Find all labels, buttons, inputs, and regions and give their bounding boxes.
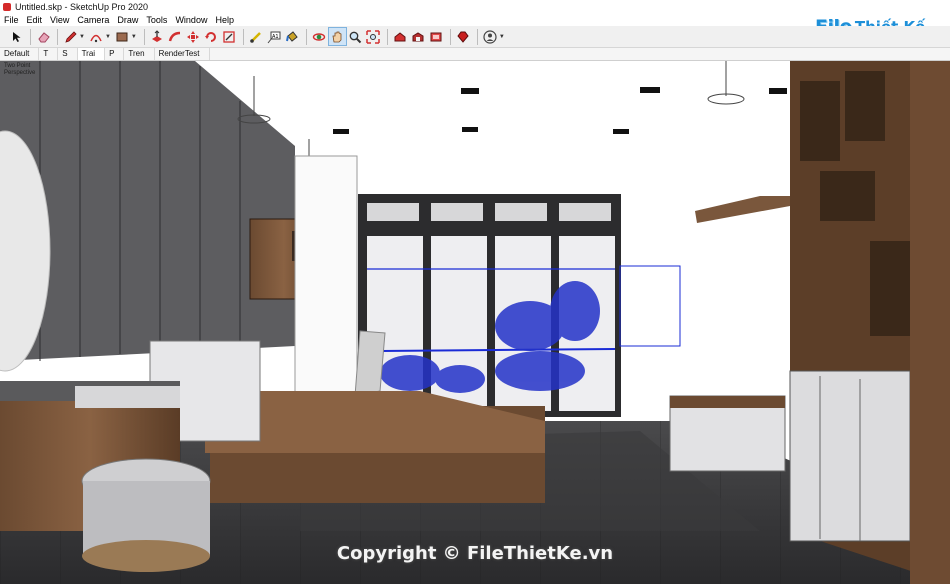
menu-bar: File Edit View Camera Draw Tools Window …: [0, 13, 950, 26]
menu-edit[interactable]: Edit: [23, 15, 47, 25]
tab-default[interactable]: Default: [0, 48, 40, 60]
toolbar-separator: [242, 28, 244, 45]
chevron-down-icon[interactable]: ▼: [131, 34, 137, 40]
tab-p[interactable]: P: [105, 48, 125, 60]
menu-help[interactable]: Help: [211, 15, 238, 25]
eraser-icon[interactable]: [35, 28, 52, 45]
tab-trai[interactable]: Trai: [77, 48, 106, 60]
select-icon[interactable]: [8, 28, 25, 45]
followme-icon[interactable]: [167, 28, 184, 45]
window-title: Untitled.skp - SketchUp Pro 2020: [15, 1, 149, 12]
zoom-extents-icon[interactable]: [365, 28, 382, 45]
sketchup-app-icon: [3, 2, 11, 11]
tape-measure-icon[interactable]: [248, 28, 265, 45]
zoom-icon[interactable]: [347, 28, 364, 45]
tab-t[interactable]: T: [39, 48, 59, 60]
camera-label-line-1: Two Point: [4, 63, 31, 69]
chevron-down-icon[interactable]: ▼: [499, 34, 505, 40]
ruby-icon[interactable]: [455, 28, 472, 45]
wardrobe-lower-doors: [789, 370, 911, 542]
menu-tools[interactable]: Tools: [142, 15, 171, 25]
account-icon[interactable]: [482, 28, 499, 45]
model-viewport[interactable]: Two Point Perspective Copyright © FileTh…: [0, 61, 950, 584]
scene-tabs: Default T S Trai P Tren RenderTest: [0, 48, 950, 61]
orbit-icon[interactable]: [311, 28, 328, 45]
main-toolbar: ▼ ▼ ▼ A1 ▼: [0, 26, 950, 48]
svg-text:A1: A1: [272, 34, 279, 40]
toolbar-separator: [143, 28, 145, 45]
chevron-down-icon[interactable]: ▼: [105, 34, 111, 40]
toolbar-separator: [476, 28, 478, 45]
camera-label: Two Point Perspective: [4, 63, 35, 77]
menu-file[interactable]: File: [0, 15, 23, 25]
move-icon[interactable]: [185, 28, 202, 45]
shape-icon[interactable]: [114, 28, 131, 45]
title-bar: Untitled.skp - SketchUp Pro 2020: [0, 0, 950, 13]
extension-warehouse-icon[interactable]: [410, 28, 427, 45]
scale-icon[interactable]: [221, 28, 238, 45]
paint-bucket-icon[interactable]: [284, 28, 301, 45]
menu-camera[interactable]: Camera: [73, 15, 113, 25]
copyright-watermark: Copyright © FileThietKe.vn: [336, 543, 614, 564]
camera-label-line-2: Perspective: [4, 70, 36, 76]
back-wall-left: [294, 155, 358, 422]
chevron-down-icon[interactable]: ▼: [79, 34, 85, 40]
toolbar-separator: [449, 28, 451, 45]
tab-tren[interactable]: Tren: [124, 48, 155, 60]
toolbar-separator: [57, 28, 58, 45]
wardrobe-side-panel: [910, 61, 950, 584]
warehouse-icon[interactable]: [392, 28, 409, 45]
text-icon[interactable]: A1: [266, 28, 283, 45]
menu-view[interactable]: View: [46, 15, 73, 25]
interior-scene: [0, 61, 950, 584]
tab-rendertest[interactable]: RenderTest: [155, 48, 210, 60]
layout-icon[interactable]: [428, 28, 445, 45]
pushpull-icon[interactable]: [149, 28, 166, 45]
pan-icon[interactable]: [327, 27, 347, 46]
desk-drawer: [75, 386, 180, 408]
menu-draw[interactable]: Draw: [113, 15, 142, 25]
tab-s[interactable]: S: [58, 48, 78, 60]
toolbar-separator: [30, 28, 31, 45]
arc-icon[interactable]: [88, 28, 105, 45]
tv-console-top: [670, 396, 785, 408]
pencil-icon[interactable]: [62, 28, 79, 45]
rotate-icon[interactable]: [203, 28, 220, 45]
toolbar-separator: [386, 28, 388, 45]
lounge-chair: [354, 330, 386, 397]
toolbar-separator: [305, 28, 307, 45]
menu-window[interactable]: Window: [171, 15, 211, 25]
